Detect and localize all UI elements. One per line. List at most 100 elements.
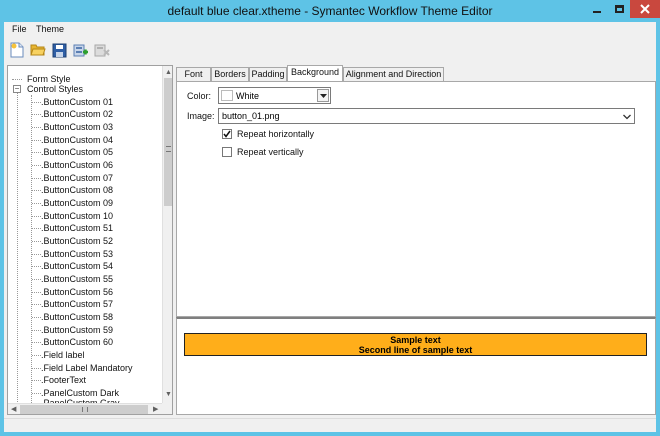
new-file-icon [10, 42, 24, 58]
delete-style-button[interactable] [92, 41, 112, 59]
tree-item[interactable]: .ButtonCustom 60 [41, 336, 113, 349]
tree-item[interactable]: .ButtonCustom 01 [41, 96, 113, 109]
tree-connector [32, 330, 41, 331]
tree-item[interactable]: .ButtonCustom 10 [41, 210, 113, 223]
scroll-right-icon[interactable]: ▶ [153, 405, 158, 413]
tree-connector [32, 304, 41, 305]
tree-item[interactable]: .ButtonCustom 59 [41, 324, 113, 337]
tree-connector [32, 266, 41, 267]
status-bar [4, 418, 656, 432]
tree-item[interactable]: .ButtonCustom 08 [41, 184, 113, 197]
tree-item[interactable]: .Field label [41, 349, 85, 362]
grip-icon [166, 146, 171, 152]
tree-connector [32, 203, 41, 204]
vertical-scroll-thumb[interactable] [164, 78, 172, 206]
image-value: button_01.png [222, 111, 280, 121]
scroll-left-icon[interactable]: ◀ [11, 405, 16, 413]
tree-item[interactable]: .ButtonCustom 03 [41, 121, 113, 134]
tree-item[interactable]: .ButtonCustom 09 [41, 197, 113, 210]
minimize-button[interactable] [586, 0, 608, 18]
tree-item[interactable]: .ButtonCustom 53 [41, 248, 113, 261]
tab-font[interactable]: Font [176, 67, 211, 81]
color-value: White [236, 91, 260, 101]
tree-item[interactable]: .ButtonCustom 56 [41, 286, 113, 299]
title-bar[interactable]: default blue clear.xtheme - Symantec Wor… [0, 0, 660, 22]
tab-padding[interactable]: Padding [249, 67, 287, 81]
tree-item[interactable]: .ButtonCustom 06 [41, 159, 113, 172]
tree-horizontal-scrollbar[interactable]: ◀ ▶ [8, 403, 162, 414]
tree-connector [32, 241, 41, 242]
tree-connector [32, 190, 41, 191]
close-button[interactable] [630, 0, 660, 18]
save-button[interactable] [49, 41, 69, 59]
tree-connector [32, 114, 41, 115]
tree-item[interactable]: .ButtonCustom 58 [41, 311, 113, 324]
tree-item[interactable]: .ButtonCustom 51 [41, 222, 113, 235]
tree-item-control-styles[interactable]: Control Styles [27, 83, 83, 96]
repeat-horizontally-checkbox[interactable] [222, 129, 232, 139]
tree-connector [32, 140, 41, 141]
scroll-down-icon[interactable]: ▼ [165, 391, 172, 398]
maximize-icon [614, 5, 624, 13]
tree-item[interactable]: .ButtonCustom 52 [41, 235, 113, 248]
tree-connector [32, 216, 41, 217]
tree-item[interactable]: .ButtonCustom 55 [41, 273, 113, 286]
image-dropdown[interactable]: button_01.png [218, 108, 635, 124]
collapse-icon[interactable]: − [13, 85, 21, 93]
tree-connector [32, 127, 41, 128]
tree-item[interactable]: .Field Label Mandatory [41, 362, 133, 375]
tree-vertical-scrollbar[interactable]: ▲ ▼ [162, 66, 172, 403]
repeat-horizontally-label[interactable]: Repeat horizontally [237, 129, 314, 139]
minimize-icon [593, 11, 601, 13]
repeat-vertically-label[interactable]: Repeat vertically [237, 147, 304, 157]
tree-item[interactable]: .FooterText [41, 374, 86, 387]
sample-line-1: Sample text [390, 335, 441, 345]
chevron-down-icon [319, 93, 327, 98]
sample-line-2: Second line of sample text [358, 345, 473, 355]
color-dropdown-button[interactable] [317, 89, 329, 102]
menu-theme[interactable]: Theme [36, 24, 64, 34]
scroll-up-icon[interactable]: ▲ [165, 69, 172, 76]
chevron-down-icon[interactable] [623, 112, 631, 122]
tree-connector [32, 368, 41, 369]
client-area: File Theme Form Style − Control Styles .… [4, 22, 656, 432]
menu-file[interactable]: File [12, 24, 27, 34]
sample-preview: Sample text Second line of sample text [184, 333, 647, 356]
maximize-button[interactable] [608, 0, 630, 18]
delete-style-icon [94, 44, 110, 56]
tree-connector [32, 165, 41, 166]
tree-item[interactable]: .ButtonCustom 04 [41, 134, 113, 147]
tree-item[interactable]: .ButtonCustom 07 [41, 172, 113, 185]
save-icon [52, 43, 66, 57]
tree-connector [32, 393, 41, 394]
window-title: default blue clear.xtheme - Symantec Wor… [167, 4, 493, 18]
tree-connector [32, 380, 41, 381]
menu-bar: File Theme [4, 22, 656, 38]
new-button[interactable] [7, 41, 27, 59]
tree-connector [32, 279, 41, 280]
app-window: default blue clear.xtheme - Symantec Wor… [0, 0, 660, 436]
style-tree[interactable]: Form Style − Control Styles .ButtonCusto… [7, 65, 173, 415]
tree-item[interactable]: .ButtonCustom 05 [41, 146, 113, 159]
color-dropdown[interactable]: White [218, 87, 331, 104]
tab-alignment-and-direction[interactable]: Alignment and Direction [343, 67, 444, 81]
scroll-corner [162, 403, 172, 414]
horizontal-scroll-thumb[interactable] [20, 405, 148, 414]
tree-item[interactable]: .ButtonCustom 54 [41, 260, 113, 273]
tree-connector [12, 79, 22, 80]
add-style-button[interactable] [71, 41, 91, 59]
open-button[interactable] [28, 41, 48, 59]
tab-background[interactable]: Background [287, 65, 343, 81]
open-folder-icon [30, 44, 46, 56]
tree-connector [32, 317, 41, 318]
preview-panel: Sample text Second line of sample text [176, 317, 656, 415]
tab-borders[interactable]: Borders [211, 67, 249, 81]
color-label: Color: [187, 91, 212, 101]
repeat-vertically-checkbox[interactable] [222, 147, 232, 157]
add-style-icon [73, 44, 88, 56]
tree-item[interactable]: .ButtonCustom 02 [41, 108, 113, 121]
tree-connector [32, 292, 41, 293]
tree-item[interactable]: .ButtonCustom 57 [41, 298, 113, 311]
image-label: Image: [187, 111, 215, 121]
close-icon [640, 4, 650, 14]
